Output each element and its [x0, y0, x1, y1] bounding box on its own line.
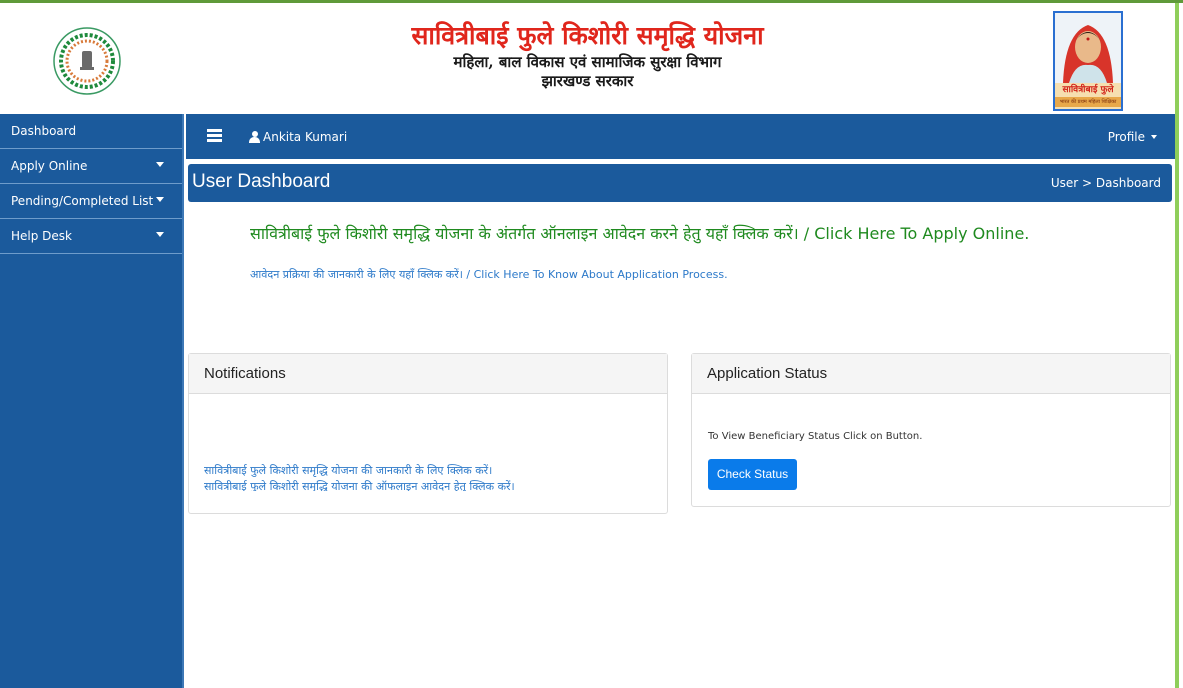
sidebar-item-pending-completed-list[interactable]: Pending/Completed List	[0, 184, 182, 219]
caret-down-icon	[156, 197, 164, 202]
portrait-caption: सावित्रीबाई फुले	[1062, 85, 1114, 95]
page-title: User Dashboard	[192, 171, 331, 192]
page-header: User Dashboard User > Dashboard	[188, 164, 1172, 202]
sidebar-item-label: Apply Online	[11, 159, 88, 173]
site-header: सावित्रीबाई फुले किशोरी समृद्धि योजना मह…	[0, 3, 1175, 114]
user-name: Ankita Kumari	[263, 130, 348, 144]
sidebar-item-label: Help Desk	[11, 229, 72, 243]
hamburger-icon[interactable]	[207, 129, 222, 142]
caret-down-icon	[156, 162, 164, 167]
notifications-title: Notifications	[189, 354, 667, 394]
department-name: महिला, बाल विकास एवं सामाजिक सुरक्षा विभ…	[453, 53, 722, 71]
check-status-button[interactable]: Check Status	[708, 459, 797, 490]
status-description: To View Beneficiary Status Click on Butt…	[708, 431, 923, 442]
caret-down-icon	[156, 232, 164, 237]
portrait-image-icon	[1055, 13, 1121, 83]
notifications-panel: Notifications सावित्रीबाई फुले किशोरी सम…	[188, 353, 668, 514]
sidebar-item-help-desk[interactable]: Help Desk	[0, 219, 182, 254]
scheme-title: सावित्रीबाई फुले किशोरी समृद्धि योजना	[411, 21, 764, 50]
notification-item[interactable]: सावित्रीबाई फुले किशोरी समृद्धि योजना की…	[204, 479, 515, 491]
sidebar-item-apply-online[interactable]: Apply Online	[0, 149, 182, 184]
sidebar: Dashboard Apply Online Pending/Completed…	[0, 114, 184, 688]
application-status-panel: Application Status To View Beneficiary S…	[691, 353, 1171, 507]
notifications-marquee: सावित्रीबाई फुले किशोरी समृद्धि योजना की…	[189, 394, 667, 512]
government-emblem-icon	[53, 27, 121, 95]
breadcrumb: User > Dashboard	[1050, 176, 1161, 190]
sidebar-item-label: Dashboard	[11, 124, 77, 138]
right-accent-border	[1175, 3, 1179, 688]
sidebar-item-dashboard[interactable]: Dashboard	[0, 114, 182, 149]
savitribai-phule-portrait: सावित्रीबाई फुले भारत की प्रथम महिला शिक…	[1053, 11, 1123, 111]
top-navbar: Ankita Kumari Profile	[186, 114, 1175, 159]
profile-label: Profile	[1107, 130, 1145, 144]
caret-down-icon	[1151, 135, 1157, 139]
profile-dropdown[interactable]: Profile	[1108, 128, 1157, 146]
apply-online-link[interactable]: सावित्रीबाई फुले किशोरी समृद्धि योजना के…	[250, 222, 1029, 246]
government-name: झारखण्ड सरकार	[541, 72, 634, 90]
application-status-title: Application Status	[692, 354, 1170, 394]
application-process-link[interactable]: आवेदन प्रक्रिया की जानकारी के लिए यहाँ क…	[250, 267, 728, 283]
user-icon	[249, 131, 260, 143]
sidebar-item-label: Pending/Completed List	[11, 194, 154, 208]
user-info: Ankita Kumari	[249, 128, 347, 146]
notification-item[interactable]: सावित्रीबाई फुले किशोरी समृद्धि योजना की…	[204, 463, 492, 479]
portrait-subcaption: भारत की प्रथम महिला शिक्षिका	[1055, 97, 1121, 107]
